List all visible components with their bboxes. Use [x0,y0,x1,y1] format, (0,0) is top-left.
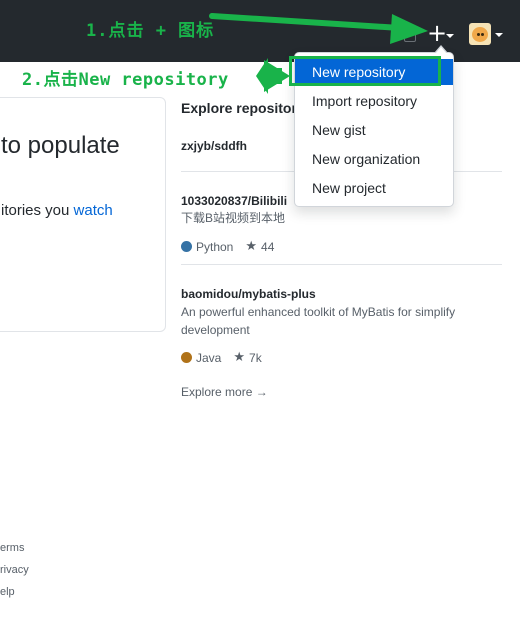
annotation-highlight-box [289,56,441,86]
star-icon: ★ [245,239,258,254]
footer-terms-link[interactable]: erms [0,542,24,554]
repo-language: Python [196,239,234,254]
repo-meta: Python ★ 44 [181,239,274,254]
repo-link[interactable]: zxjyb/sddfh [181,139,247,153]
dashboard-card: to populate itories you watch [0,97,166,332]
menu-item-import-repository[interactable]: Import repository [295,88,453,114]
divider [181,264,502,265]
annotation-step-1: 1.点击 + 图标 [86,21,215,41]
explore-heading: Explore repositories [181,100,299,116]
repo-stars: 7k [249,350,262,365]
arrow-to-plus-icon [209,13,428,44]
explore-more-link[interactable]: Explore more → [181,385,268,399]
footer-privacy-link[interactable]: rivacy [0,564,29,576]
repo-meta: Java ★ 7k [181,350,262,365]
repo-description: 下载B站视频到本地 [181,211,286,225]
star-icon: ★ [233,350,246,365]
menu-item-new-project[interactable]: New project [295,175,453,201]
repo-link[interactable]: baomidou/mybatis-plus [181,287,316,301]
repo-stars: 44 [261,239,275,254]
repo-language: Java [196,350,222,365]
card-text: itories you watch [1,202,113,219]
card-title: to populate [1,132,120,159]
annotation-step-2: 2.点击New repository [22,70,229,90]
arrow-to-new-repository [256,58,290,94]
watch-link[interactable]: watch [74,202,113,219]
language-color-dot [181,241,192,252]
repo-description: An powerful enhanced toolkit of MyBatis … [181,305,456,337]
footer-help-link[interactable]: elp [0,586,15,598]
language-color-dot [181,352,192,363]
menu-item-new-gist[interactable]: New gist [295,117,453,143]
repo-link[interactable]: 1033020837/Bilibili [181,194,287,208]
menu-item-new-organization[interactable]: New organization [295,146,453,172]
